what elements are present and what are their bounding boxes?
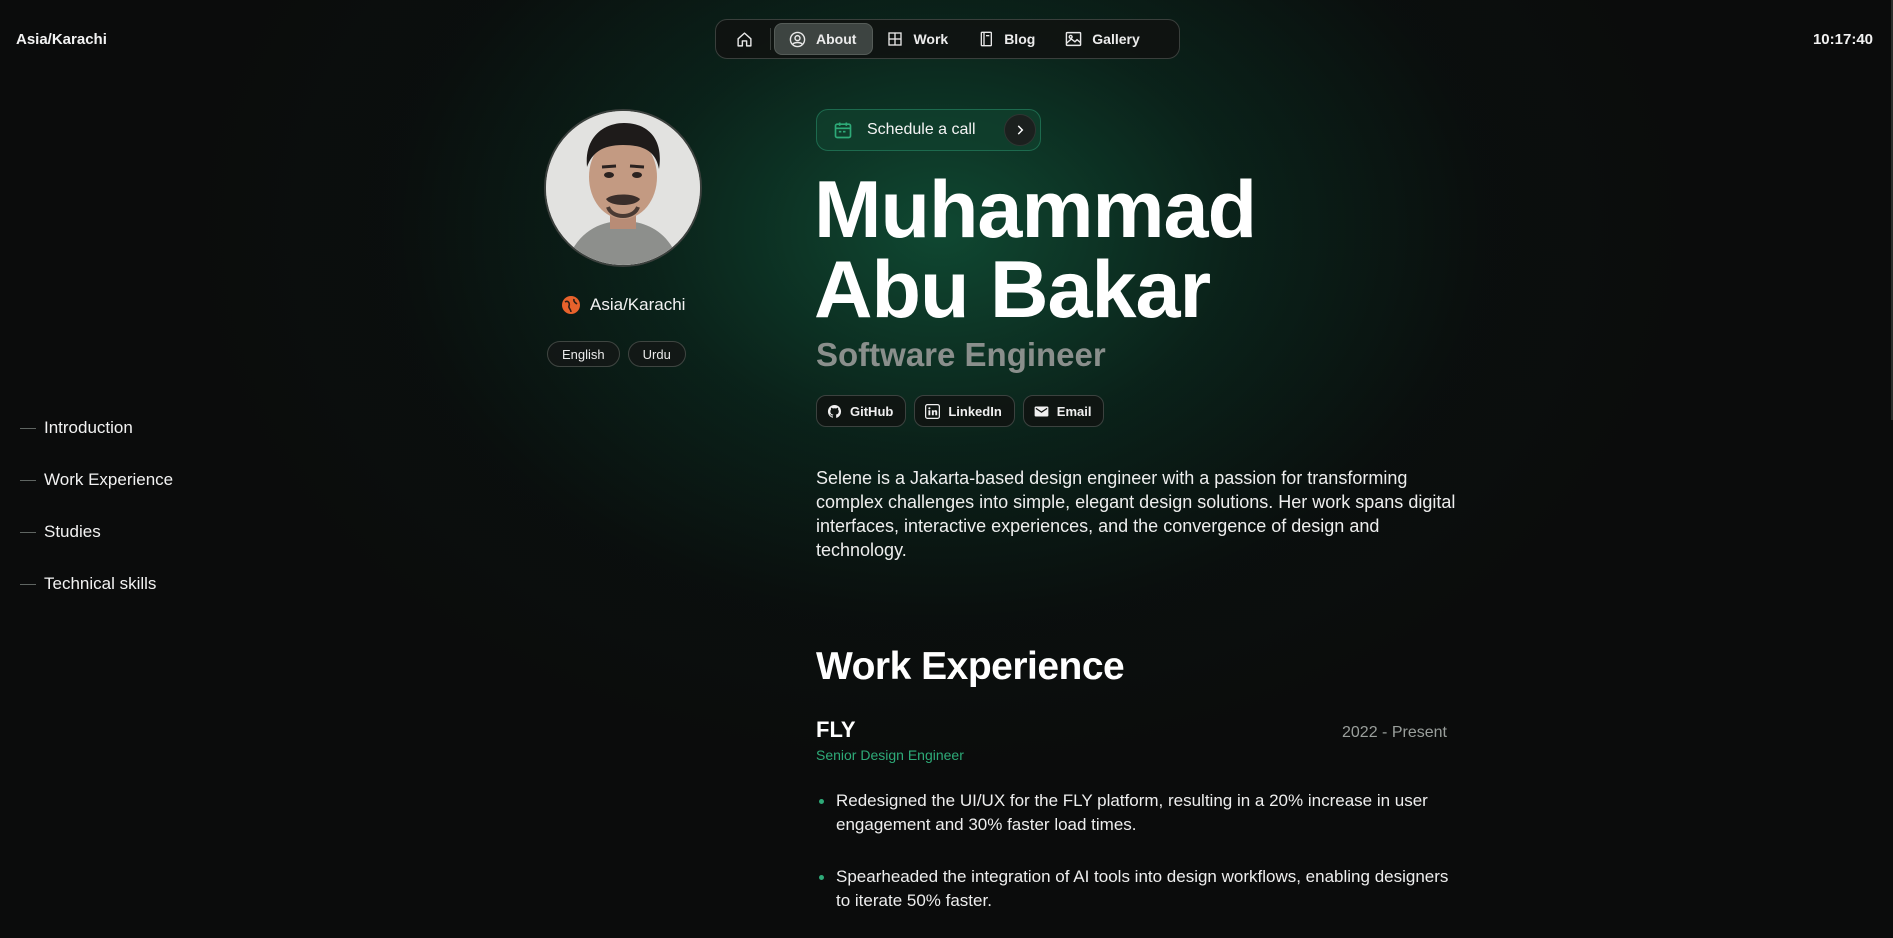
- profile-location: Asia/Karachi: [562, 295, 685, 315]
- email-label: Email: [1056, 403, 1092, 419]
- job-company: FLY: [816, 717, 856, 742]
- nav-divider: [770, 28, 771, 50]
- nav-item-gallery[interactable]: Gallery: [1051, 23, 1155, 55]
- linkedin-icon: [925, 403, 941, 419]
- nav-item-label: About: [816, 31, 857, 47]
- toc-line: [20, 531, 36, 533]
- achievement-item: Spearheaded the integration of AI tools …: [816, 865, 1466, 913]
- achievement-text: Redesigned the UI/UX for the FLY platfor…: [836, 791, 1428, 834]
- nav-item-about[interactable]: About: [774, 23, 874, 55]
- toc-item-label: Studies: [44, 522, 101, 541]
- github-button[interactable]: GitHub: [816, 395, 907, 427]
- toc-item-label: Technical skills: [44, 574, 157, 593]
- hero-name: Muhammad Abu Bakar: [814, 165, 1257, 335]
- bio-text: Selene is a Jakarta-based design enginee…: [816, 468, 1456, 560]
- work-experience-heading: Work Experience: [816, 645, 1125, 688]
- toc-item-technical-skills[interactable]: Technical skills: [20, 558, 173, 610]
- image-icon: [1066, 31, 1082, 47]
- hero-role: Software Engineer: [816, 336, 1106, 373]
- nav-home-button[interactable]: [721, 23, 767, 55]
- toc-item-introduction[interactable]: Introduction: [20, 402, 173, 454]
- linkedin-button[interactable]: LinkedIn: [914, 395, 1015, 427]
- home-icon: [736, 31, 752, 47]
- github-icon: [827, 404, 842, 418]
- page: Asia/Karachi 10:17:40 About Work Blog Ga…: [0, 0, 1893, 938]
- job-role: Senior Design Engineer: [816, 747, 964, 763]
- language-tags: English Urdu: [547, 341, 686, 367]
- toc-item-label: Introduction: [44, 418, 133, 437]
- toc-line: [20, 427, 36, 429]
- toc-line: [20, 583, 36, 585]
- chevron-right-icon: [1004, 114, 1036, 146]
- globe-icon: [562, 296, 580, 314]
- social-links: GitHub LinkedIn Email: [816, 395, 1105, 427]
- toc-item-studies[interactable]: Studies: [20, 506, 173, 558]
- job-period: 2022 - Present: [1342, 724, 1447, 741]
- header-timezone: Asia/Karachi: [16, 31, 107, 48]
- nav-item-label: Blog: [1004, 31, 1036, 47]
- nav-item-label: Work: [913, 31, 949, 47]
- header-clock: 10:17:40: [1812, 31, 1873, 48]
- hero-name-line1: Muhammad: [814, 165, 1257, 255]
- person-circle-icon: [789, 31, 806, 47]
- nav-item-work[interactable]: Work: [873, 23, 964, 55]
- nav-item-label: Gallery: [1092, 31, 1140, 47]
- nav-item-blog[interactable]: Blog: [964, 23, 1051, 55]
- avatar: [544, 109, 702, 267]
- achievement-item: Redesigned the UI/UX for the FLY platfor…: [816, 789, 1466, 837]
- profile-location-label: Asia/Karachi: [590, 295, 686, 314]
- achievement-text: Spearheaded the integration of AI tools …: [836, 867, 1449, 910]
- job-achievements: Redesigned the UI/UX for the FLY platfor…: [816, 789, 1466, 938]
- top-nav: About Work Blog Gallery: [715, 19, 1180, 59]
- toc-line: [20, 479, 36, 481]
- grid-icon: [888, 32, 903, 46]
- toc-item-work-experience[interactable]: Work Experience: [20, 454, 173, 506]
- language-tag: English: [547, 341, 620, 367]
- language-tag: Urdu: [627, 341, 686, 367]
- calendar-icon: [834, 122, 852, 139]
- github-label: GitHub: [850, 403, 894, 419]
- book-icon: [980, 31, 993, 47]
- bullet-dot-icon: [819, 799, 824, 804]
- linkedin-label: LinkedIn: [948, 403, 1002, 419]
- hero-name-line2: Abu Bakar: [814, 245, 1211, 335]
- avatar-photo: [546, 111, 700, 265]
- email-button[interactable]: Email: [1022, 395, 1105, 427]
- schedule-call-button[interactable]: Schedule a call: [816, 109, 1041, 151]
- toc-item-label: Work Experience: [44, 470, 174, 489]
- bullet-dot-icon: [819, 875, 824, 880]
- table-of-contents: Introduction Work Experience Studies Tec…: [20, 402, 173, 610]
- schedule-call-label: Schedule a call: [867, 121, 976, 138]
- email-icon: [1034, 406, 1049, 416]
